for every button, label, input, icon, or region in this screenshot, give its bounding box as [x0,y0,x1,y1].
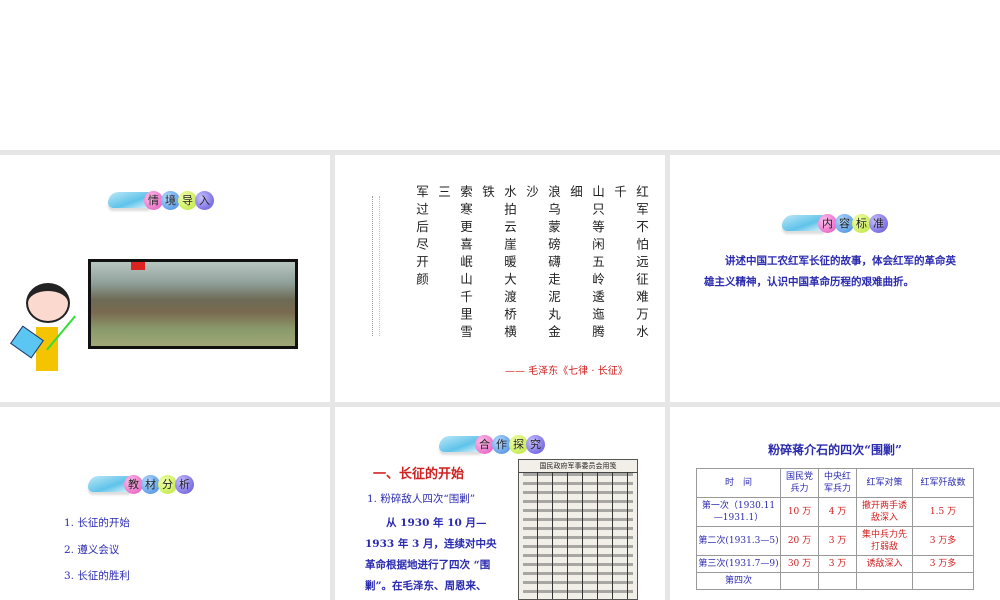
cell [818,572,857,590]
table-row: 第三次(1931.7—9) 30 万3 万诱敌深入 3 万多 [696,555,974,573]
calligraphy-signature [372,196,380,336]
cell: 诱敌深入 [856,555,913,573]
cell [856,572,913,590]
column-header: 国民党兵力 [780,468,819,498]
poem-calligraphy: 红军不怕远征难万水千 山只等闲五岭逶迤腾细 浪乌蒙磅礴走泥丸金沙 水拍云崖暖大渡桥横铁… [414,185,649,343]
column-header: 红军歼敌数 [912,468,974,498]
subheading: 1. 粉碎敌人四次“围剿” [367,493,476,505]
slide-thumbnail-3[interactable]: 内 容 标 准 讲述中国工农红军长征的故事，体会红军的革命英雄主义精神，认识中国… [670,155,1000,402]
cell: 集中兵力先打弱敌 [856,526,913,556]
cell: 3 万多 [912,526,974,556]
cell: 撤开两手诱敌深入 [856,497,913,527]
section-badge: 情 境 导 入 [108,189,214,211]
outline-item: 2. 遵义会议 [64,543,120,556]
poem-attribution: —— 毛泽东《七律 · 长征》 [505,366,628,377]
slide-thumbnail-4[interactable]: 教 材 分 析 1. 长征的开始 2. 遵义会议 3. 长征的胜利 [0,407,330,600]
section-badge: 合 作 探 究 [439,433,545,455]
section-badge: 内 容 标 准 [782,212,888,234]
section-heading: 一、长征的开始 [373,467,465,482]
table-row: 第一次（1930.11—1931.1） 10 万4 万撤开两手诱敌深入 1.5 万 [696,497,974,527]
cell: 4 万 [818,497,857,527]
slide-thumbnail-1[interactable]: 情 境 导 入 [0,155,330,402]
teacher-cartoon-icon [10,283,84,383]
cell: 第一次（1930.11—1931.1） [696,497,781,527]
cell: 第二次(1931.3—5) [696,526,781,556]
long-march-painting [88,259,298,349]
badge-char: 入 [195,190,214,210]
section-badge: 教 材 分 析 [88,473,194,495]
curriculum-standard-text: 讲述中国工农红军长征的故事，体会红军的革命英雄主义精神，认识中国革命历程的艰难曲… [704,255,956,288]
cell: 第三次(1931.7—9) [696,555,781,573]
cell: 3 万 [818,526,857,556]
column-header: 时 间 [696,468,781,498]
cell: 20 万 [780,526,819,556]
column-header: 红军对策 [856,468,913,498]
red-flag-icon [131,262,145,270]
table-row: 第四次 [696,572,974,590]
slide-thumbnail-5[interactable]: 合 作 探 究 一、长征的开始 1. 粉碎敌人四次“围剿” 从 1930 年 1… [335,407,665,600]
table-row: 第二次(1931.3—5) 20 万3 万集中兵力先打弱敌 3 万多 [696,526,974,556]
cell: 3 万 [818,555,857,573]
cell [780,572,819,590]
cell: 第四次 [696,572,781,590]
table-title: 粉碎蒋介石的四次“围剿” [768,443,902,457]
cell: 1.5 万 [912,497,974,527]
outline-item: 3. 长征的胜利 [64,570,130,582]
badge-char: 析 [175,474,194,494]
column-header: 中央红军兵力 [818,468,857,498]
badge-char: 究 [526,434,545,454]
cell: 10 万 [780,497,819,527]
table-header-row: 时 间 国民党兵力 中央红军兵力 红军对策 红军歼敌数 [696,468,974,498]
encirclement-table: 时 间 国民党兵力 中央红军兵力 红军对策 红军歼敌数 第一次（1930.11—… [696,468,974,590]
historical-document-image: 国民政府军事委员会用笺 [518,459,638,600]
slide-thumbnail-6[interactable]: 粉碎蒋介石的四次“围剿” 时 间 国民党兵力 中央红军兵力 红军对策 红军歼敌数… [670,407,1000,600]
cell: 3 万多 [912,555,974,573]
cell: 30 万 [780,555,819,573]
outline-item: 1. 长征的开始 [64,517,130,529]
badge-char: 准 [869,213,888,233]
cell [912,572,974,590]
body-text: 从 1930 年 10 月— 1933 年 3 月，连续对中央革命根据地进行了四… [365,517,497,592]
top-blank-area [0,0,1000,150]
